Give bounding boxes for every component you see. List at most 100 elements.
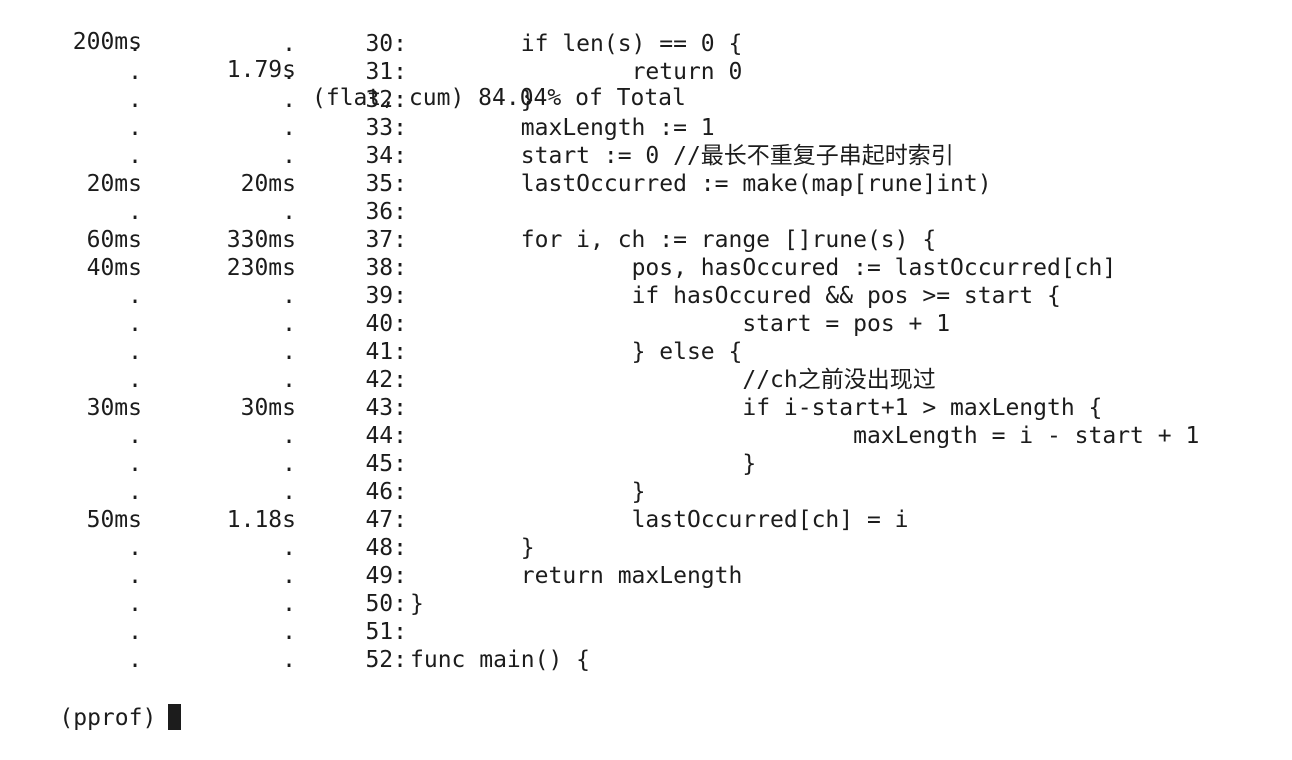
- flat-value: .: [128, 339, 142, 365]
- cum-value: .: [282, 143, 296, 169]
- line-number: 34:: [365, 143, 407, 169]
- flat-value: .: [128, 535, 142, 561]
- source-line: 60ms 330ms 37: for i, ch := range []rune(s…: [0, 226, 1292, 254]
- source-line: .. 30: if len(s) == 0 {: [0, 30, 1292, 58]
- line-number: 32:: [365, 87, 407, 113]
- source-line: .. 42: //ch之前没出现过: [0, 366, 1292, 394]
- code-text: if hasOccured && pos >= start {: [410, 283, 1061, 309]
- flat-value: .: [128, 31, 142, 57]
- cum-value: 230ms: [226, 255, 296, 281]
- flat-value: .: [128, 647, 142, 673]
- cum-value: .: [282, 283, 296, 309]
- code-text: }: [410, 479, 646, 505]
- line-number: 40:: [365, 311, 407, 337]
- line-number: 33:: [365, 115, 407, 141]
- flat-value: .: [128, 479, 142, 505]
- code-text: start = pos + 1: [410, 311, 951, 337]
- code-text: }: [410, 451, 757, 477]
- flat-value: .: [128, 311, 142, 337]
- cum-value: 1.18s: [226, 507, 296, 533]
- flat-value: .: [128, 59, 142, 85]
- cum-value: 20ms: [240, 171, 296, 197]
- code-text: lastOccurred := make(map[rune]int): [410, 171, 992, 197]
- cum-value: .: [282, 647, 296, 673]
- cum-value: .: [282, 115, 296, 141]
- source-line: 40ms 230ms 38: pos, hasOccured := lastOccu…: [0, 254, 1292, 282]
- flat-value: .: [128, 451, 142, 477]
- cum-value: .: [282, 619, 296, 645]
- cum-value: .: [282, 423, 296, 449]
- flat-value: .: [128, 283, 142, 309]
- line-number: 31:: [365, 59, 407, 85]
- flat-value: .: [128, 143, 142, 169]
- source-line: 50ms 1.18s 47: lastOccurred[ch] = i: [0, 506, 1292, 534]
- source-line: .. 36:: [0, 198, 1292, 226]
- cum-value: .: [282, 451, 296, 477]
- line-number: 48:: [365, 535, 407, 561]
- source-line: .. 48: }: [0, 534, 1292, 562]
- source-line: .. 45: }: [0, 450, 1292, 478]
- source-line: .. 34: start := 0 //最长不重复子串起时索引: [0, 142, 1292, 170]
- prompt-label: (pprof): [59, 705, 157, 731]
- flat-value: .: [128, 619, 142, 645]
- code-text: maxLength = i - start + 1: [410, 423, 1200, 449]
- source-line: .. 32: }: [0, 86, 1292, 114]
- cum-value: 330ms: [226, 227, 296, 253]
- code-text: lastOccurred[ch] = i: [410, 507, 909, 533]
- code-text: }: [410, 591, 424, 617]
- flat-value: .: [128, 563, 142, 589]
- flat-value: .: [128, 423, 142, 449]
- source-line: .. 51:: [0, 618, 1292, 646]
- code-text: //ch之前没出现过: [410, 367, 936, 393]
- flat-value: 50ms: [86, 507, 142, 533]
- prompt-line[interactable]: (pprof): [4, 676, 182, 731]
- flat-value: .: [128, 87, 142, 113]
- source-line: .. 31: return 0: [0, 58, 1292, 86]
- line-number: 44:: [365, 423, 407, 449]
- code-text: pos, hasOccured := lastOccurred[ch]: [410, 255, 1117, 281]
- line-number: 50:: [365, 591, 407, 617]
- source-line: .. 40: start = pos + 1: [0, 310, 1292, 338]
- line-number: 49:: [365, 563, 407, 589]
- code-text: }: [410, 535, 535, 561]
- line-number: 30:: [365, 31, 407, 57]
- code-text: } else {: [410, 339, 743, 365]
- source-line: .. 46: }: [0, 478, 1292, 506]
- source-line: .. 33: maxLength := 1: [0, 114, 1292, 142]
- cursor: [168, 703, 182, 730]
- source-line: .. 52: func main() {: [0, 646, 1292, 674]
- cum-value: .: [282, 535, 296, 561]
- cum-value: .: [282, 199, 296, 225]
- line-number: 52:: [365, 647, 407, 673]
- source-line: .. 49: return maxLength: [0, 562, 1292, 590]
- source-line: .. 39: if hasOccured && pos >= start {: [0, 282, 1292, 310]
- code-text: if len(s) == 0 {: [410, 31, 743, 57]
- line-number: 46:: [365, 479, 407, 505]
- code-text: }: [410, 87, 535, 113]
- cum-value: .: [282, 563, 296, 589]
- flat-value: .: [128, 591, 142, 617]
- flat-value: .: [128, 115, 142, 141]
- line-number: 43:: [365, 395, 407, 421]
- cum-value: .: [282, 87, 296, 113]
- flat-value: 60ms: [86, 227, 142, 253]
- line-number: 39:: [365, 283, 407, 309]
- source-line: 20ms 20ms 35: lastOccurred := make(map[run…: [0, 170, 1292, 198]
- cum-value: .: [282, 479, 296, 505]
- header-line: 200ms 1.79s (flat, cum) 84.04% of Total: [0, 0, 1292, 111]
- line-number: 37:: [365, 227, 407, 253]
- line-number: 45:: [365, 451, 407, 477]
- source-line: 30ms 30ms 43: if i-start+1 > maxLength {: [0, 394, 1292, 422]
- source-line: .. 41: } else {: [0, 338, 1292, 366]
- line-number: 41:: [365, 339, 407, 365]
- code-text: func main() {: [410, 647, 591, 673]
- cum-value: .: [282, 339, 296, 365]
- terminal-window[interactable]: 200ms 1.79s (flat, cum) 84.04% of Total …: [0, 0, 1292, 731]
- code-text: for i, ch := range []rune(s) {: [410, 227, 937, 253]
- line-number: 38:: [365, 255, 407, 281]
- cum-value: .: [282, 367, 296, 393]
- cum-value: .: [282, 591, 296, 617]
- line-number: 42:: [365, 367, 407, 393]
- source-line: .. 50:}: [0, 590, 1292, 618]
- flat-value: 40ms: [86, 255, 142, 281]
